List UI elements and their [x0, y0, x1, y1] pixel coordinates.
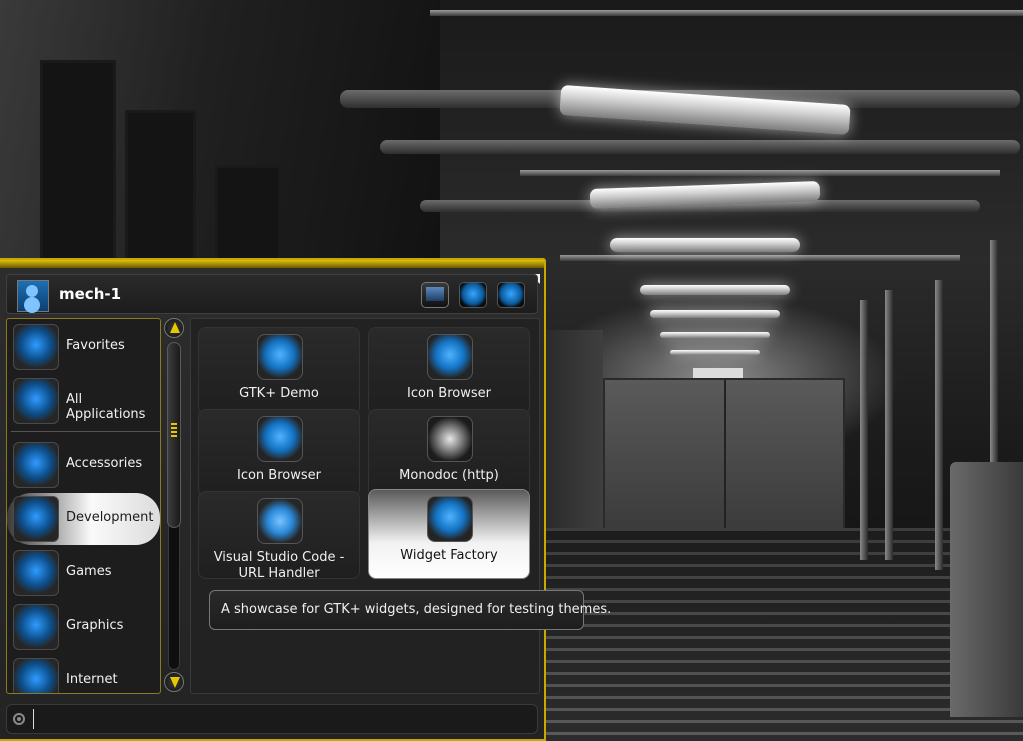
- category-label: Development: [66, 510, 154, 525]
- category-label: Graphics: [66, 618, 124, 633]
- vscode-icon: [257, 498, 303, 544]
- app-monodoc[interactable]: Monodoc (http): [368, 409, 530, 497]
- hexagon-grid-icon: [13, 442, 59, 488]
- app-label: Visual Studio Code - URL Handler: [213, 550, 345, 581]
- category-internet[interactable]: Internet: [7, 655, 160, 693]
- app-vscode-url-handler[interactable]: Visual Studio Code - URL Handler: [198, 491, 360, 581]
- star-icon: [13, 324, 59, 370]
- category-all-applications[interactable]: All Applications: [7, 375, 160, 427]
- search-bar[interactable]: [6, 704, 538, 734]
- category-label: Favorites: [66, 338, 125, 353]
- app-label: Icon Browser: [407, 386, 491, 401]
- app-label: GTK+ Demo: [239, 386, 319, 401]
- user-avatar[interactable]: [17, 280, 49, 312]
- wallpaper-left-wall: [0, 0, 440, 271]
- cube-icon: [427, 496, 473, 542]
- category-games[interactable]: Games: [7, 547, 160, 599]
- category-label: Accessories: [66, 456, 143, 471]
- display-settings-button[interactable]: [421, 282, 449, 308]
- logout-button[interactable]: [497, 282, 525, 308]
- app-tooltip: A showcase for GTK+ widgets, designed fo…: [209, 590, 611, 630]
- corridor-door: [603, 368, 845, 532]
- cube-icon: [257, 334, 303, 380]
- camera-lens-icon: [13, 604, 59, 650]
- gamepad-icon: [13, 550, 59, 596]
- radar-icon: [13, 496, 59, 542]
- app-label: Icon Browser: [237, 468, 321, 483]
- cube-icon: [257, 416, 303, 462]
- category-development[interactable]: Development: [7, 493, 160, 545]
- category-graphics[interactable]: Graphics: [7, 601, 160, 653]
- category-scrollbar[interactable]: [164, 318, 184, 694]
- scroll-thumb[interactable]: [167, 342, 181, 528]
- category-favorites[interactable]: Favorites: [7, 321, 160, 373]
- category-label: Games: [66, 564, 112, 579]
- lock-screen-button[interactable]: [459, 282, 487, 308]
- category-divider: [11, 431, 160, 432]
- menu-header: mech-1: [6, 274, 538, 314]
- monodoc-icon: [427, 416, 473, 462]
- app-label: Monodoc (http): [399, 468, 499, 483]
- globe-icon: [13, 658, 59, 693]
- gear-icon: [13, 378, 59, 424]
- username: mech-1: [59, 285, 122, 303]
- scroll-down-arrow-icon[interactable]: [164, 672, 184, 692]
- cube-icon: [427, 334, 473, 380]
- application-menu: mech-1 Favorites All Applications Access…: [0, 258, 546, 741]
- category-accessories[interactable]: Accessories: [7, 439, 160, 491]
- category-label: All Applications: [66, 392, 146, 422]
- app-widget-factory[interactable]: Widget Factory: [368, 489, 530, 579]
- search-icon: [13, 713, 25, 725]
- grip-icon: [171, 423, 177, 439]
- category-list: Favorites All Applications Accessories D…: [6, 318, 161, 694]
- category-label: Internet: [66, 672, 118, 687]
- application-grid: GTK+ Demo Icon Browser Icon Browser Mono…: [190, 318, 540, 694]
- app-gtk-demo[interactable]: GTK+ Demo: [198, 327, 360, 415]
- app-label: Widget Factory: [400, 548, 498, 563]
- search-input[interactable]: [33, 709, 532, 729]
- wallpaper-cabinet: [950, 462, 1023, 717]
- scroll-up-arrow-icon[interactable]: [164, 318, 184, 338]
- app-icon-browser-2[interactable]: Icon Browser: [198, 409, 360, 497]
- app-icon-browser[interactable]: Icon Browser: [368, 327, 530, 415]
